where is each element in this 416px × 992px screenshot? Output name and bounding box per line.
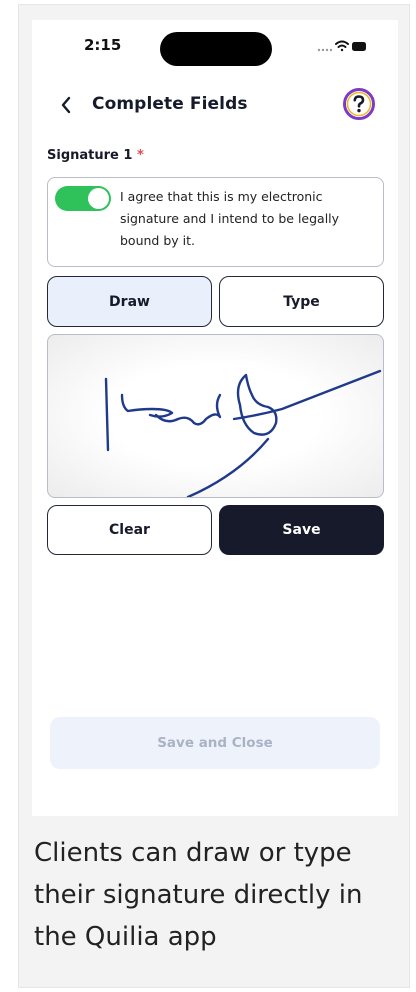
consent-text: I agree that this is my electronic signa… (120, 189, 340, 248)
signal-dots-icon (317, 48, 333, 52)
caption-text: Clients can draw or type their signature… (34, 838, 363, 952)
page-title: Complete Fields (92, 94, 248, 114)
save-button[interactable]: Save (219, 505, 384, 555)
tab-type[interactable]: Type (219, 276, 384, 327)
signature-pad[interactable] (47, 334, 384, 498)
save-and-close-button[interactable]: Save and Close (50, 717, 380, 769)
signature-label-text: Signature 1 (47, 148, 133, 163)
back-button[interactable] (56, 92, 76, 118)
dynamic-island (160, 32, 272, 66)
phone-screen: 2:15 Complete Fields Signature 1 * I agr… (32, 20, 398, 816)
chevron-left-icon (61, 96, 71, 114)
clear-button[interactable]: Clear (47, 505, 212, 555)
wifi-icon (335, 40, 349, 52)
signature-label: Signature 1 * (47, 148, 144, 163)
signature-stroke (104, 369, 382, 497)
help-icon[interactable] (342, 87, 376, 121)
status-time: 2:15 (84, 36, 122, 54)
consent-toggle[interactable] (55, 186, 111, 211)
toggle-knob (88, 188, 109, 209)
consent-box: I agree that this is my electronic signa… (47, 177, 384, 267)
required-mark: * (136, 148, 144, 163)
battery-icon (352, 42, 366, 51)
tab-draw[interactable]: Draw (47, 276, 212, 327)
status-icons (317, 40, 366, 52)
